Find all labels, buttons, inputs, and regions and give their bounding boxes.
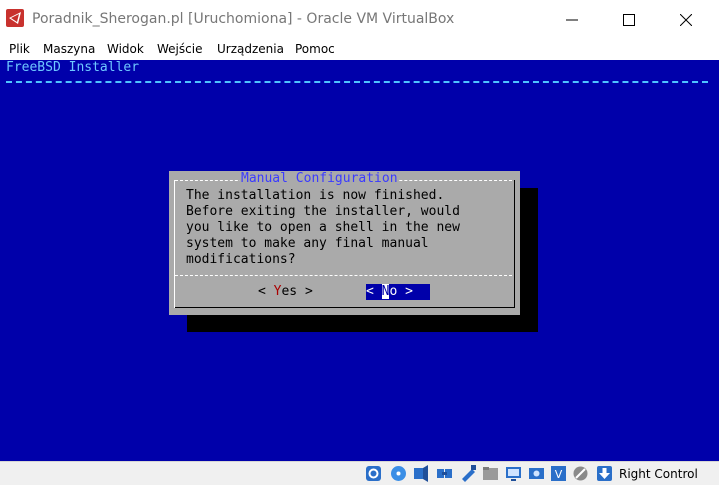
network-icon[interactable] xyxy=(436,465,453,482)
menu-bar: Plik Maszyna Widok Wejście Urządzenia Po… xyxy=(0,39,719,60)
menu-urzadzenia[interactable]: Urządzenia xyxy=(217,42,284,56)
no-lead: < xyxy=(366,284,382,299)
menu-widok[interactable]: Widok xyxy=(107,42,144,56)
dialog-frame-right xyxy=(514,180,515,308)
window-title-bar[interactable]: Poradnik_Sherogan.pl [Uruchomiona] - Ora… xyxy=(0,0,719,39)
menu-plik[interactable]: Plik xyxy=(9,42,30,56)
maximize-icon xyxy=(623,14,635,26)
dialog-frame-bottom xyxy=(175,307,514,308)
dialog-title: Manual Configuration xyxy=(240,171,399,187)
shared-folder-icon[interactable] xyxy=(482,465,499,482)
status-bar: V Right Control xyxy=(0,461,719,485)
yes-lead: < xyxy=(258,284,274,299)
dialog-separator xyxy=(175,275,512,276)
title-rule xyxy=(6,81,708,83)
screen-capture-icon[interactable] xyxy=(528,465,545,482)
cd-icon[interactable] xyxy=(390,465,407,482)
display-icon[interactable] xyxy=(505,465,522,482)
maximize-button[interactable] xyxy=(606,0,652,39)
menu-pomoc[interactable]: Pomoc xyxy=(295,42,335,56)
audio-icon[interactable] xyxy=(412,465,429,482)
no-button[interactable]: < No > xyxy=(366,284,430,300)
host-key-arrow-icon[interactable] xyxy=(596,465,613,482)
yes-button[interactable]: < Yes > xyxy=(258,284,313,300)
host-key-label: Right Control xyxy=(619,467,698,481)
mouse-integration-icon[interactable] xyxy=(572,465,589,482)
dialog-message: The installation is now finished. Before… xyxy=(186,188,460,267)
minimize-icon xyxy=(566,19,578,21)
window-title: Poradnik_Sherogan.pl [Uruchomiona] - Ora… xyxy=(32,11,455,27)
menu-maszyna[interactable]: Maszyna xyxy=(43,42,95,56)
virtualbox-vm-icon xyxy=(6,9,24,27)
manual-configuration-dialog: Manual Configuration The installation is… xyxy=(169,171,520,315)
vm-settings-icon[interactable]: V xyxy=(550,465,567,482)
close-button[interactable] xyxy=(663,0,709,39)
no-rest: o > xyxy=(389,284,413,299)
svg-text:V: V xyxy=(555,468,563,481)
yes-rest: es > xyxy=(281,284,313,299)
minimize-button[interactable] xyxy=(549,0,595,39)
close-icon xyxy=(680,14,692,26)
menu-wejscie[interactable]: Wejście xyxy=(157,42,202,56)
dialog-frame-left xyxy=(174,180,175,308)
vm-display[interactable]: FreeBSD Installer Manual Configuration T… xyxy=(0,60,719,461)
usb-icon[interactable] xyxy=(460,465,477,482)
optical-drive-icon[interactable] xyxy=(365,465,382,482)
installer-title: FreeBSD Installer xyxy=(6,60,140,75)
